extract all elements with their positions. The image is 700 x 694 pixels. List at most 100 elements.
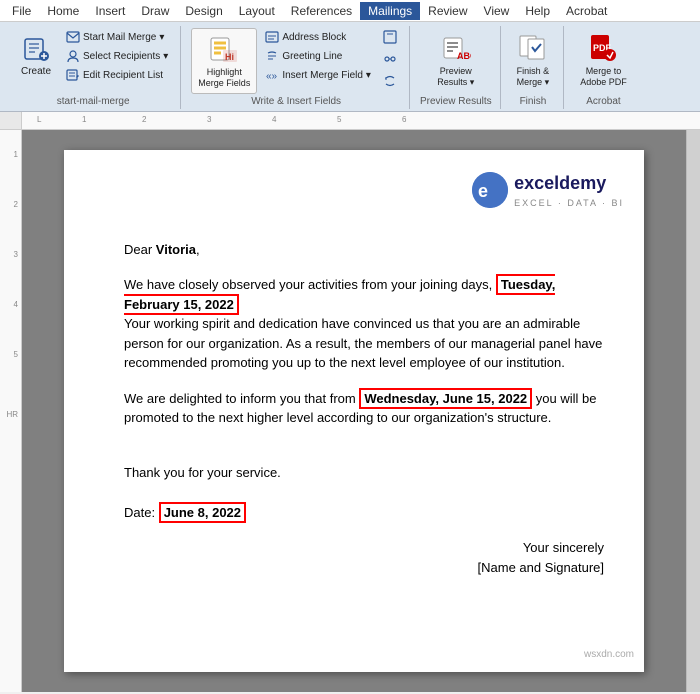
- preview-group-label: Preview Results: [420, 96, 492, 107]
- finish-group-label: Finish: [520, 96, 547, 107]
- greeting-text: Dear: [124, 242, 156, 257]
- merge-to-pdf-button[interactable]: PDF Merge toAdobe PDF: [574, 28, 633, 92]
- finish-merge-icon: [517, 32, 549, 64]
- start-mail-merge-label: Start Mail Merge: [83, 32, 156, 43]
- update-labels-icon: [383, 74, 397, 88]
- insert-merge-field-button[interactable]: «» Insert Merge Field ▾: [261, 66, 375, 84]
- write-insert-content: Hi HighlightMerge Fields Address Block: [191, 28, 401, 94]
- greeting-line-label: Greeting Line: [282, 51, 342, 62]
- start-mail-merge-icon: [66, 30, 80, 44]
- document-page: e exceldemy EXCEL · DATA · BI Dear Vitor…: [64, 150, 644, 672]
- merge-to-pdf-label: Merge toAdobe PDF: [580, 66, 627, 88]
- address-block-icon: [265, 30, 279, 44]
- acrobat-group-label: Acrobat: [586, 96, 620, 107]
- document-area: 1 2 3 4 5 HR e exceldemy EXCEL · DATA · …: [0, 130, 700, 692]
- greeting-comma: ,: [196, 242, 200, 257]
- match-fields-button[interactable]: [379, 50, 401, 68]
- acrobat-content: PDF Merge toAdobe PDF: [574, 28, 633, 94]
- match-fields-icon: [383, 52, 397, 66]
- menu-view[interactable]: View: [476, 2, 518, 20]
- select-recipients-icon: [66, 49, 80, 63]
- preview-results-button[interactable]: ABC PreviewResults ▾: [431, 28, 480, 92]
- rules-button[interactable]: [379, 28, 401, 46]
- preview-results-label: PreviewResults ▾: [437, 66, 474, 88]
- highlight-merge-fields-button[interactable]: Hi HighlightMerge Fields: [191, 28, 257, 94]
- menu-file[interactable]: File: [4, 2, 39, 20]
- create-label: Create: [21, 66, 51, 77]
- select-recipients-button[interactable]: Select Recipients ▾: [62, 47, 172, 65]
- letter-greeting: Dear Vitoria,: [124, 240, 604, 260]
- start-mail-merge-col: Start Mail Merge ▾ Select Recipients ▾: [62, 28, 172, 84]
- signature-area: Your sincerely [Name and Signature]: [124, 538, 604, 577]
- para1-after: Your working spirit and dedication have …: [124, 316, 602, 370]
- watermark: wsxdn.com: [584, 647, 634, 662]
- date2-highlight: Wednesday, June 15, 2022: [359, 388, 532, 409]
- edit-recipient-icon: [66, 68, 80, 82]
- logo-area: e exceldemy EXCEL · DATA · BI: [472, 170, 624, 211]
- menu-design[interactable]: Design: [177, 2, 230, 20]
- horizontal-ruler: L 1 2 3 4 5 6: [22, 112, 700, 129]
- letter-para1: We have closely observed your activities…: [124, 275, 604, 373]
- start-mail-merge-dropdown: ▾: [159, 32, 164, 43]
- ribbon-group-preview: ABC PreviewResults ▾ Preview Results: [412, 26, 501, 109]
- create-icon: [20, 32, 52, 64]
- create-button[interactable]: Create: [14, 28, 58, 81]
- date-label: Date:: [124, 505, 159, 520]
- address-block-label: Address Block: [282, 32, 346, 43]
- ribbon-group-content: Create Start Mail Merge ▾: [14, 28, 172, 94]
- insert-merge-field-label: Insert Merge Field: [282, 70, 363, 81]
- sign2-text: [Name and Signature]: [124, 558, 604, 578]
- select-recipients-dropdown: ▾: [163, 51, 168, 62]
- menu-draw[interactable]: Draw: [133, 2, 177, 20]
- finish-merge-button[interactable]: Finish &Merge ▾: [511, 28, 556, 92]
- rules-icon: [383, 30, 397, 44]
- write-insert-mid-col: Address Block Greeting Line «» Insert Me…: [261, 28, 375, 84]
- menu-home[interactable]: Home: [39, 2, 87, 20]
- finish-merge-label: Finish &Merge ▾: [517, 66, 550, 88]
- finish-content: Finish &Merge ▾: [511, 28, 556, 94]
- menu-acrobat[interactable]: Acrobat: [558, 2, 615, 20]
- thanks-text: Thank you for your service.: [124, 465, 281, 480]
- menu-bar: File Home Insert Draw Design Layout Refe…: [0, 0, 700, 22]
- scrollbar[interactable]: [686, 130, 700, 692]
- letter-date-line: Date: June 8, 2022: [124, 503, 604, 523]
- logo-sub-text: EXCEL · DATA · BI: [514, 197, 624, 211]
- menu-help[interactable]: Help: [517, 2, 558, 20]
- address-block-button[interactable]: Address Block: [261, 28, 375, 46]
- logo-icon: e: [472, 172, 508, 208]
- para2-before: We are delighted to inform you that from: [124, 391, 359, 406]
- menu-references[interactable]: References: [283, 2, 360, 20]
- letter-body: Dear Vitoria, We have closely observed y…: [124, 240, 604, 578]
- logo-main-text: exceldemy: [514, 170, 624, 197]
- svg-text:«»: «»: [266, 71, 278, 82]
- menu-layout[interactable]: Layout: [231, 2, 283, 20]
- edit-recipient-list-button[interactable]: Edit Recipient List: [62, 66, 172, 84]
- page-container: e exceldemy EXCEL · DATA · BI Dear Vitor…: [22, 130, 686, 692]
- svg-text:Hi: Hi: [225, 52, 234, 62]
- select-recipients-label: Select Recipients: [83, 51, 160, 62]
- watermark-text: wsxdn.com: [584, 649, 634, 660]
- insert-merge-field-dropdown: ▾: [366, 70, 371, 81]
- start-mail-merge-button[interactable]: Start Mail Merge ▾: [62, 28, 172, 46]
- greeting-line-button[interactable]: Greeting Line: [261, 47, 375, 65]
- preview-content: ABC PreviewResults ▾: [431, 28, 480, 94]
- preview-results-icon: ABC: [440, 32, 472, 64]
- merge-to-pdf-icon: PDF: [587, 32, 619, 64]
- logo-text-area: exceldemy EXCEL · DATA · BI: [514, 170, 624, 211]
- sign1-text: Your sincerely: [124, 538, 604, 558]
- ribbon: Create Start Mail Merge ▾: [0, 22, 700, 112]
- svg-text:ABC: ABC: [457, 51, 471, 61]
- ruler-area: L 1 2 3 4 5 6: [0, 112, 700, 130]
- start-mail-merge-group-label: start-mail-merge: [57, 96, 130, 107]
- letter-para2: We are delighted to inform you that from…: [124, 389, 604, 428]
- recipient-name: Vitoria: [156, 242, 196, 257]
- highlight-label: HighlightMerge Fields: [198, 67, 250, 89]
- menu-review[interactable]: Review: [420, 2, 475, 20]
- menu-mailings[interactable]: Mailings: [360, 2, 420, 20]
- ribbon-group-acrobat: PDF Merge toAdobe PDF Acrobat: [566, 26, 641, 109]
- date3-highlight: June 8, 2022: [159, 502, 246, 523]
- svg-text:e: e: [478, 181, 488, 201]
- update-labels-button[interactable]: [379, 72, 401, 90]
- menu-insert[interactable]: Insert: [87, 2, 133, 20]
- ribbon-group-write-insert: Hi HighlightMerge Fields Address Block: [183, 26, 410, 109]
